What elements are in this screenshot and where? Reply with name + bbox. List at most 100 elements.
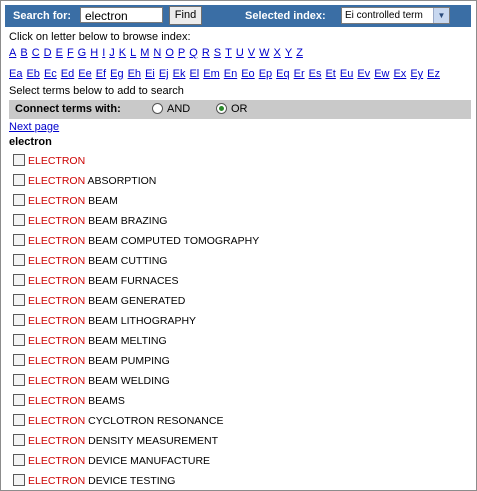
- letter-link-b[interactable]: B: [20, 47, 27, 59]
- term-label[interactable]: ELECTRON CYCLOTRON RESONANCE: [28, 415, 223, 427]
- subindex-link-ee[interactable]: Ee: [78, 68, 91, 80]
- letter-link-z[interactable]: Z: [296, 47, 303, 59]
- letter-link-c[interactable]: C: [32, 47, 40, 59]
- term-label[interactable]: ELECTRON BEAM MELTING: [28, 335, 167, 347]
- subindex-link-ef[interactable]: Ef: [96, 68, 106, 80]
- letter-link-x[interactable]: X: [274, 47, 281, 59]
- subindex-link-ej[interactable]: Ej: [159, 68, 169, 80]
- chevron-down-icon[interactable]: ▼: [433, 8, 449, 23]
- subindex-link-ex[interactable]: Ex: [393, 68, 406, 80]
- subindex-link-eo[interactable]: Eo: [241, 68, 254, 80]
- subindex-link-ei[interactable]: Ei: [145, 68, 155, 80]
- term-label[interactable]: ELECTRON DEVICE MANUFACTURE: [28, 455, 210, 467]
- term-match-highlight: ELECTRON: [28, 435, 86, 447]
- checkbox-icon[interactable]: [13, 354, 25, 366]
- checkbox-icon[interactable]: [13, 294, 25, 306]
- term-label[interactable]: ELECTRON BEAM: [28, 195, 118, 207]
- checkbox-icon[interactable]: [13, 314, 25, 326]
- letter-link-u[interactable]: U: [236, 47, 244, 59]
- subindex-link-ek[interactable]: Ek: [173, 68, 186, 80]
- subindex-link-er[interactable]: Er: [294, 68, 305, 80]
- letter-link-k[interactable]: K: [119, 47, 126, 59]
- term-suffix: DENSITY MEASUREMENT: [85, 435, 219, 447]
- checkbox-icon[interactable]: [13, 234, 25, 246]
- subindex-link-em[interactable]: Em: [203, 68, 220, 80]
- checkbox-icon[interactable]: [13, 374, 25, 386]
- radio-and[interactable]: [152, 103, 163, 114]
- letter-link-s[interactable]: S: [214, 47, 221, 59]
- subindex-link-eu[interactable]: Eu: [340, 68, 353, 80]
- checkbox-icon[interactable]: [13, 214, 25, 226]
- checkbox-icon[interactable]: [13, 174, 25, 186]
- checkbox-icon[interactable]: [13, 434, 25, 446]
- letter-link-g[interactable]: G: [78, 47, 87, 59]
- letter-link-y[interactable]: Y: [285, 47, 292, 59]
- subindex-link-eh[interactable]: Eh: [128, 68, 141, 80]
- term-label[interactable]: ELECTRON BEAM WELDING: [28, 375, 170, 387]
- radio-or[interactable]: [216, 103, 227, 114]
- next-page-link[interactable]: Next page: [9, 121, 59, 133]
- letter-link-p[interactable]: P: [178, 47, 185, 59]
- term-match-highlight: ELECTRON: [28, 415, 86, 427]
- letter-link-h[interactable]: H: [90, 47, 98, 59]
- checkbox-icon[interactable]: [13, 274, 25, 286]
- subindex-link-en[interactable]: En: [224, 68, 237, 80]
- subindex-link-ev[interactable]: Ev: [357, 68, 370, 80]
- letter-link-r[interactable]: R: [202, 47, 210, 59]
- term-label[interactable]: ELECTRON DEVICE TESTING: [28, 475, 175, 487]
- term-label[interactable]: ELECTRON BEAM COMPUTED TOMOGRAPHY: [28, 235, 259, 247]
- letter-link-t[interactable]: T: [225, 47, 232, 59]
- letter-link-o[interactable]: O: [165, 47, 174, 59]
- subindex-link-ep[interactable]: Ep: [259, 68, 272, 80]
- letter-link-a[interactable]: A: [9, 47, 16, 59]
- term-label[interactable]: ELECTRON BEAM BRAZING: [28, 215, 167, 227]
- subindex-link-ez[interactable]: Ez: [427, 68, 440, 80]
- subindex-link-eq[interactable]: Eq: [276, 68, 289, 80]
- term-label[interactable]: ELECTRON BEAMS: [28, 395, 125, 407]
- letter-link-e[interactable]: E: [56, 47, 63, 59]
- term-label[interactable]: ELECTRON BEAM LITHOGRAPHY: [28, 315, 196, 327]
- radio-or-label[interactable]: OR: [231, 103, 248, 115]
- subindex-link-ey[interactable]: Ey: [410, 68, 423, 80]
- letter-link-w[interactable]: W: [259, 47, 269, 59]
- letter-link-v[interactable]: V: [248, 47, 255, 59]
- term-label[interactable]: ELECTRON BEAM FURNACES: [28, 275, 179, 287]
- subindex-link-ed[interactable]: Ed: [61, 68, 74, 80]
- term-label[interactable]: ELECTRON BEAM CUTTING: [28, 255, 167, 267]
- letter-link-f[interactable]: F: [67, 47, 74, 59]
- term-label[interactable]: ELECTRON BEAM GENERATED: [28, 295, 185, 307]
- radio-and-label[interactable]: AND: [167, 103, 190, 115]
- subindex-link-el[interactable]: El: [189, 68, 199, 80]
- term-label[interactable]: ELECTRON DENSITY MEASUREMENT: [28, 435, 218, 447]
- checkbox-icon[interactable]: [13, 474, 25, 486]
- checkbox-icon[interactable]: [13, 454, 25, 466]
- subindex-link-ea[interactable]: Ea: [9, 68, 22, 80]
- term-label[interactable]: ELECTRON BEAM PUMPING: [28, 355, 170, 367]
- term-match-highlight: ELECTRON: [28, 215, 86, 227]
- letter-link-j[interactable]: J: [109, 47, 115, 59]
- letter-link-d[interactable]: D: [44, 47, 52, 59]
- subindex-link-eb[interactable]: Eb: [26, 68, 39, 80]
- checkbox-icon[interactable]: [13, 254, 25, 266]
- checkbox-icon[interactable]: [13, 414, 25, 426]
- letter-link-m[interactable]: M: [140, 47, 149, 59]
- search-input[interactable]: electron: [80, 7, 163, 23]
- checkbox-icon[interactable]: [13, 154, 25, 166]
- find-button[interactable]: Find: [169, 6, 202, 25]
- term-label[interactable]: ELECTRON ABSORPTION: [28, 175, 156, 187]
- checkbox-icon[interactable]: [13, 194, 25, 206]
- term-label[interactable]: ELECTRON: [28, 155, 85, 167]
- subindex-link-es[interactable]: Es: [309, 68, 322, 80]
- index-select[interactable]: Ei controlled term ▼: [341, 7, 450, 24]
- letter-link-q[interactable]: Q: [189, 47, 198, 59]
- letter-link-n[interactable]: N: [153, 47, 161, 59]
- subindex-link-ew[interactable]: Ew: [374, 68, 389, 80]
- checkbox-icon[interactable]: [13, 334, 25, 346]
- checkbox-icon[interactable]: [13, 394, 25, 406]
- letter-link-i[interactable]: I: [102, 47, 105, 59]
- subindex-link-et[interactable]: Et: [325, 68, 335, 80]
- subindex-link-eg[interactable]: Eg: [110, 68, 123, 80]
- subindex-link-ec[interactable]: Ec: [44, 68, 57, 80]
- letter-link-l[interactable]: L: [130, 47, 136, 59]
- term-suffix: BEAM FURNACES: [85, 275, 179, 287]
